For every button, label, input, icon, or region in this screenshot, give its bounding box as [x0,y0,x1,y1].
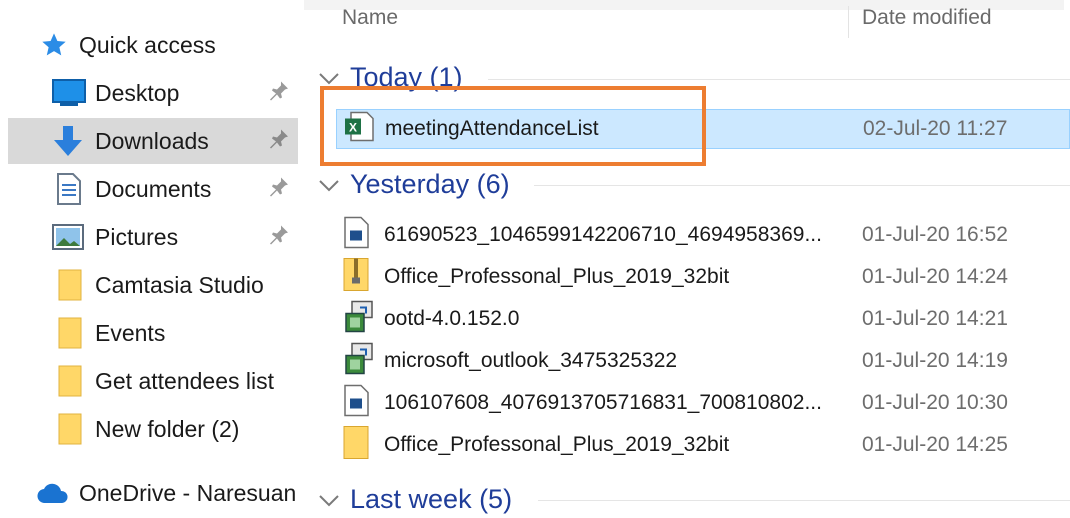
nav-item-camtasia-studio[interactable]: Camtasia Studio [8,262,298,308]
file-date: 01-Jul-20 10:30 [862,391,1008,414]
file-name: Office_Professonal_Plus_2019_32bit [384,265,730,288]
file-date: 02-Jul-20 11:27 [863,117,1008,140]
file-row[interactable]: ootd-4.0.152.0 01-Jul-20 14:21 [336,299,1070,339]
nav-item-label: Events [95,319,166,346]
nav-item-desktop[interactable]: Desktop [8,70,298,116]
folder-icon [342,426,370,465]
chevron-down-icon [319,179,339,191]
file-date: 01-Jul-20 14:24 [862,265,1008,288]
zip-folder-icon [342,258,370,297]
column-separator[interactable] [848,6,849,38]
download-arrow-icon [52,124,84,158]
nav-onedrive-label: OneDrive - Naresuan [79,479,297,506]
file-row[interactable]: 106107608_4076913705716831_700810802... … [336,383,1070,423]
folder-icon [58,269,82,301]
desktop-icon [52,79,86,107]
file-row[interactable]: microsoft_outlook_3475325322 01-Jul-20 1… [336,341,1070,381]
file-date: 01-Jul-20 14:25 [862,433,1008,456]
image-file-icon [342,216,370,254]
documents-icon [56,173,82,205]
file-name: ootd-4.0.152.0 [384,307,520,330]
installer-icon [342,342,376,381]
file-date: 01-Jul-20 14:21 [862,307,1008,330]
nav-item-new-folder-2[interactable]: New folder (2) [8,406,298,452]
folder-icon [58,365,82,397]
nav-item-get-attendees-list[interactable]: Get attendees list [8,358,298,404]
group-divider [538,500,1070,501]
nav-item-label: New folder (2) [95,415,240,442]
cloud-icon [36,482,70,504]
chevron-down-icon [319,494,339,506]
nav-item-documents[interactable]: Documents [8,166,298,212]
file-row[interactable]: 61690523_1046599142206710_4694958369... … [336,215,1070,255]
nav-item-pictures[interactable]: Pictures [8,214,298,260]
star-icon [40,31,68,59]
installer-icon [342,300,376,339]
pin-icon [268,128,290,155]
file-name: 61690523_1046599142206710_4694958369... [384,223,822,246]
nav-item-label: Desktop [95,79,180,106]
pin-icon [268,80,290,107]
group-title: Yesterday (6) [350,169,510,199]
folder-icon [58,317,82,349]
nav-item-label: Documents [95,175,212,202]
pin-icon [268,224,290,251]
navigation-pane: Quick access Desktop Downloads Documents [0,0,304,518]
file-date: 01-Jul-20 14:19 [862,349,1008,372]
group-divider [488,79,1070,80]
highlight-annotation-box [320,86,706,166]
column-header-date-modified[interactable]: Date modified [862,6,992,30]
file-name: 106107608_4076913705716831_700810802... [384,391,822,414]
nav-quick-access-label: Quick access [79,31,216,58]
folder-icon [58,413,82,445]
nav-item-events[interactable]: Events [8,310,298,356]
group-divider [534,185,1070,186]
pictures-icon [52,224,84,250]
file-row[interactable]: Office_Professonal_Plus_2019_32bit 01-Ju… [336,425,1070,465]
nav-item-downloads[interactable]: Downloads [8,118,298,164]
file-name: microsoft_outlook_3475325322 [384,349,678,372]
column-header-name[interactable]: Name [342,6,398,30]
file-name: Office_Professonal_Plus_2019_32bit [384,433,730,456]
file-row[interactable]: Office_Professonal_Plus_2019_32bit 01-Ju… [336,257,1070,297]
file-date: 01-Jul-20 16:52 [862,223,1008,246]
nav-onedrive[interactable]: OneDrive - Naresuan [8,470,298,516]
group-header-last-week[interactable]: Last week (5) [316,484,512,515]
image-file-icon [342,384,370,422]
group-header-yesterday[interactable]: Yesterday (6) [316,169,510,200]
nav-quick-access[interactable]: Quick access [8,22,298,68]
nav-item-label: Downloads [95,127,209,154]
nav-item-label: Pictures [95,223,179,250]
group-title: Last week (5) [350,484,513,514]
nav-item-label: Get attendees list [95,367,274,394]
nav-item-label: Camtasia Studio [95,271,264,298]
pin-icon [268,176,290,203]
